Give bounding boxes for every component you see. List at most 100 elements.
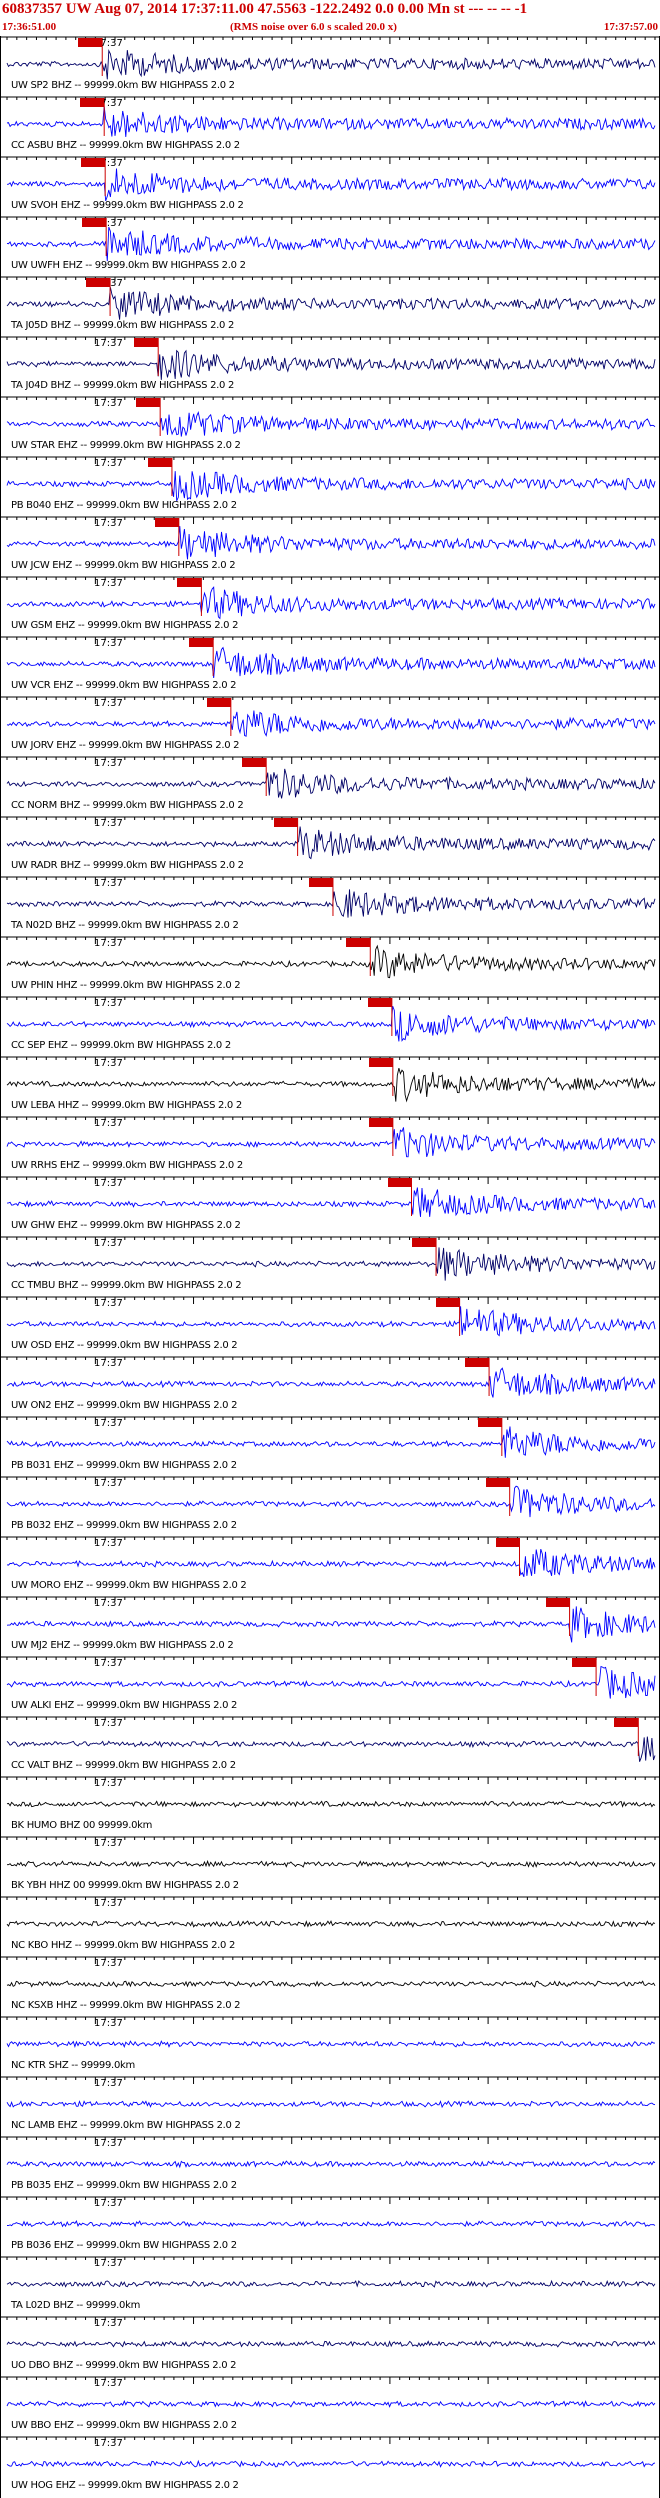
minute-tick-label: 17:37	[94, 2018, 123, 2029]
trace-row: 17:37 UW STAR EHZ -- 99999.0km BW HIGHPAS…	[1, 396, 660, 454]
trace-row: 17:37 UW VCR EHZ -- 99999.0km BW HIGHPASS…	[1, 636, 660, 694]
channel-label: TA N02D BHZ -- 99999.0km BW HIGHPASS 2.0…	[11, 920, 239, 931]
pick-marker	[134, 338, 159, 347]
trace-row: 17:37 PB B040 EHZ -- 99999.0km BW HIGHPAS…	[1, 456, 660, 514]
pick-marker	[477, 1418, 502, 1427]
channel-label: CC VALT BHZ -- 99999.0km BW HIGHPASS 2.0…	[11, 1760, 236, 1771]
trace-row: 17:37 NC KSXB HHZ -- 99999.0km BW HIGHPAS…	[1, 1956, 660, 2014]
waveform-line	[6, 2340, 656, 2348]
minute-tick-label: 17:37	[94, 1658, 123, 1669]
waveform-line	[6, 944, 656, 979]
channel-label: NC LAMB EHZ -- 99999.0km BW HIGHPASS 2.0…	[11, 2120, 241, 2131]
channel-label: UW STAR EHZ -- 99999.0km BW HIGHPASS 2.0…	[11, 440, 241, 451]
channel-label: NC KBO HHZ -- 99999.0km BW HIGHPASS 2.0 …	[11, 1940, 236, 1951]
pick-marker	[387, 1178, 412, 1187]
rms-note: (RMS noise over 6.0 s scaled 20.0 x)	[230, 21, 397, 33]
trace-row: 17:37 CC TMBU BHZ -- 99999.0km BW HIGHPAS…	[1, 1236, 660, 1294]
minute-tick-label: 17:37	[94, 1058, 123, 1069]
channel-label: UW HOG EHZ -- 99999.0km BW HIGHPASS 2.0 …	[11, 2480, 239, 2491]
waveform-line	[6, 2279, 656, 2288]
channel-label: UW LEBA HHZ -- 99999.0km BW HIGHPASS 2.0…	[11, 1100, 242, 1111]
pick-marker	[308, 878, 333, 887]
minute-tick-label: 17:37	[94, 458, 123, 469]
minute-tick-label: 17:37	[94, 578, 123, 589]
waveform-line	[6, 471, 656, 501]
pick-marker	[80, 98, 105, 107]
waveform-line	[6, 1005, 656, 1042]
trace-row: 17:37 NC KTR SHZ -- 99999.0km	[1, 2016, 660, 2074]
trace-row: 17:37 UW MJ2 EHZ -- 99999.0km BW HIGHPASS…	[1, 1596, 660, 1654]
pick-marker	[367, 998, 392, 1007]
trace-row: 17:37 PB B031 EHZ -- 99999.0km BW HIGHPAS…	[1, 1416, 660, 1474]
channel-label: UW MJ2 EHZ -- 99999.0km BW HIGHPASS 2.0 …	[11, 1640, 234, 1651]
minute-tick-label: 17:37	[94, 1418, 123, 1429]
trace-row: 17:37 UW HOG EHZ -- 99999.0km BW HIGHPASS…	[1, 2436, 660, 2494]
waveform-line	[6, 1426, 656, 1458]
trace-row: 17:37 NC LAMB EHZ -- 99999.0km BW HIGHPAS…	[1, 2076, 660, 2134]
trace-row: 17:37 UW MORO EHZ -- 99999.0km BW HIGHPAS…	[1, 1536, 660, 1594]
channel-label: UW ALKI EHZ -- 99999.0km BW HIGHPASS 2.0…	[11, 1700, 238, 1711]
trace-row: 17:37 TA J04D BHZ -- 99999.0km BW HIGHPAS…	[1, 336, 660, 394]
minute-tick-label: 17:37	[94, 1958, 123, 1969]
header: 60837357 UW Aug 07, 2014 17:37:11.00 47.…	[0, 0, 660, 36]
waveform-line	[6, 349, 656, 380]
channel-label: BK YBH HHZ 00 99999.0km BW HIGHPASS 2.0 …	[11, 1880, 239, 1891]
pick-marker	[273, 818, 298, 827]
channel-label: PB B035 EHZ -- 99999.0km BW HIGHPASS 2.0…	[11, 2180, 237, 2191]
channel-label: PB B031 EHZ -- 99999.0km BW HIGHPASS 2.0…	[11, 1460, 237, 1471]
waveform-line	[6, 1606, 656, 1643]
minute-tick-label: 17:37	[94, 1898, 123, 1909]
pick-marker	[81, 158, 106, 167]
trace-row: 17:37 CC ASBU BHZ -- 99999.0km BW HIGHPAS…	[1, 96, 660, 154]
minute-tick-label: 17:37	[94, 1598, 123, 1609]
minute-tick-label: 17:37	[94, 338, 123, 349]
pick-marker	[368, 1058, 393, 1067]
trace-row: 17:37 CC NORM BHZ -- 99999.0km BW HIGHPAS…	[1, 756, 660, 814]
pick-marker	[545, 1598, 570, 1607]
pick-marker	[435, 1298, 460, 1307]
waveform-line	[6, 646, 656, 679]
minute-tick-label: 17:37	[94, 1478, 123, 1489]
trace-row: 17:37 UW RADR BHZ -- 99999.0km BW HIGHPAS…	[1, 816, 660, 874]
minute-tick-label: 17:37	[94, 998, 123, 1009]
pick-marker	[78, 38, 103, 47]
minute-tick-label: 17:37	[94, 1538, 123, 1549]
waveform-line	[7, 1859, 656, 1868]
channel-label: UW RADR BHZ -- 99999.0km BW HIGHPASS 2.0…	[11, 860, 244, 871]
minute-tick-label: 17:37	[94, 1718, 123, 1729]
minute-tick-label: 17:37	[94, 398, 123, 409]
pick-marker	[86, 278, 111, 287]
channel-label: UW SVOH EHZ -- 99999.0km BW HIGHPASS 2.0…	[11, 200, 244, 211]
minute-tick-label: 17:37	[94, 938, 123, 949]
minute-tick-label: 17:37	[94, 2138, 123, 2149]
waveform-line	[6, 2400, 656, 2408]
waveform-line	[6, 526, 656, 560]
waveform-line	[6, 768, 656, 799]
trace-row: 17:37 PB B035 EHZ -- 99999.0km BW HIGHPAS…	[1, 2136, 660, 2194]
pick-marker	[189, 638, 214, 647]
pick-marker	[82, 218, 107, 227]
waveform-line	[6, 287, 656, 320]
channel-label: TA J05D BHZ -- 99999.0km BW HIGHPASS 2.0…	[11, 320, 235, 331]
waveform-line	[6, 2220, 656, 2228]
pick-marker	[136, 398, 161, 407]
minute-tick-label: 17:37	[94, 1358, 123, 1369]
trace-row: 17:37 UW ALKI EHZ -- 99999.0km BW HIGHPAS…	[1, 1656, 660, 1714]
channel-label: CC SEP EHZ -- 99999.0km BW HIGHPASS 2.0 …	[11, 1040, 231, 1051]
pick-marker	[368, 1118, 393, 1127]
pick-marker	[206, 698, 231, 707]
minute-tick-label: 17:37	[94, 638, 123, 649]
minute-tick-label: 17:37	[94, 758, 123, 769]
waveform-line	[6, 826, 656, 860]
channel-label: CC ASBU BHZ -- 99999.0km BW HIGHPASS 2.0…	[11, 140, 240, 151]
channel-label: PB B040 EHZ -- 99999.0km BW HIGHPASS 2.0…	[11, 500, 237, 511]
channel-label: CC TMBU BHZ -- 99999.0km BW HIGHPASS 2.0…	[11, 1280, 242, 1291]
trace-row: 17:37 UW UWFH EHZ -- 99999.0km BW HIGHPAS…	[1, 216, 660, 274]
trace-row: 17:37 PB B036 EHZ -- 99999.0km BW HIGHPAS…	[1, 2196, 660, 2254]
waveform-line	[6, 710, 656, 737]
channel-label: UW GHW EHZ -- 99999.0km BW HIGHPASS 2.0 …	[11, 1220, 241, 1231]
end-time: 17:37:57.00	[603, 21, 658, 33]
channel-label: UW GSM EHZ -- 99999.0km BW HIGHPASS 2.0 …	[11, 620, 239, 631]
trace-row: 17:37 BK YBH HHZ 00 99999.0km BW HIGHPASS…	[1, 1836, 660, 1894]
waveform-line	[6, 226, 656, 262]
